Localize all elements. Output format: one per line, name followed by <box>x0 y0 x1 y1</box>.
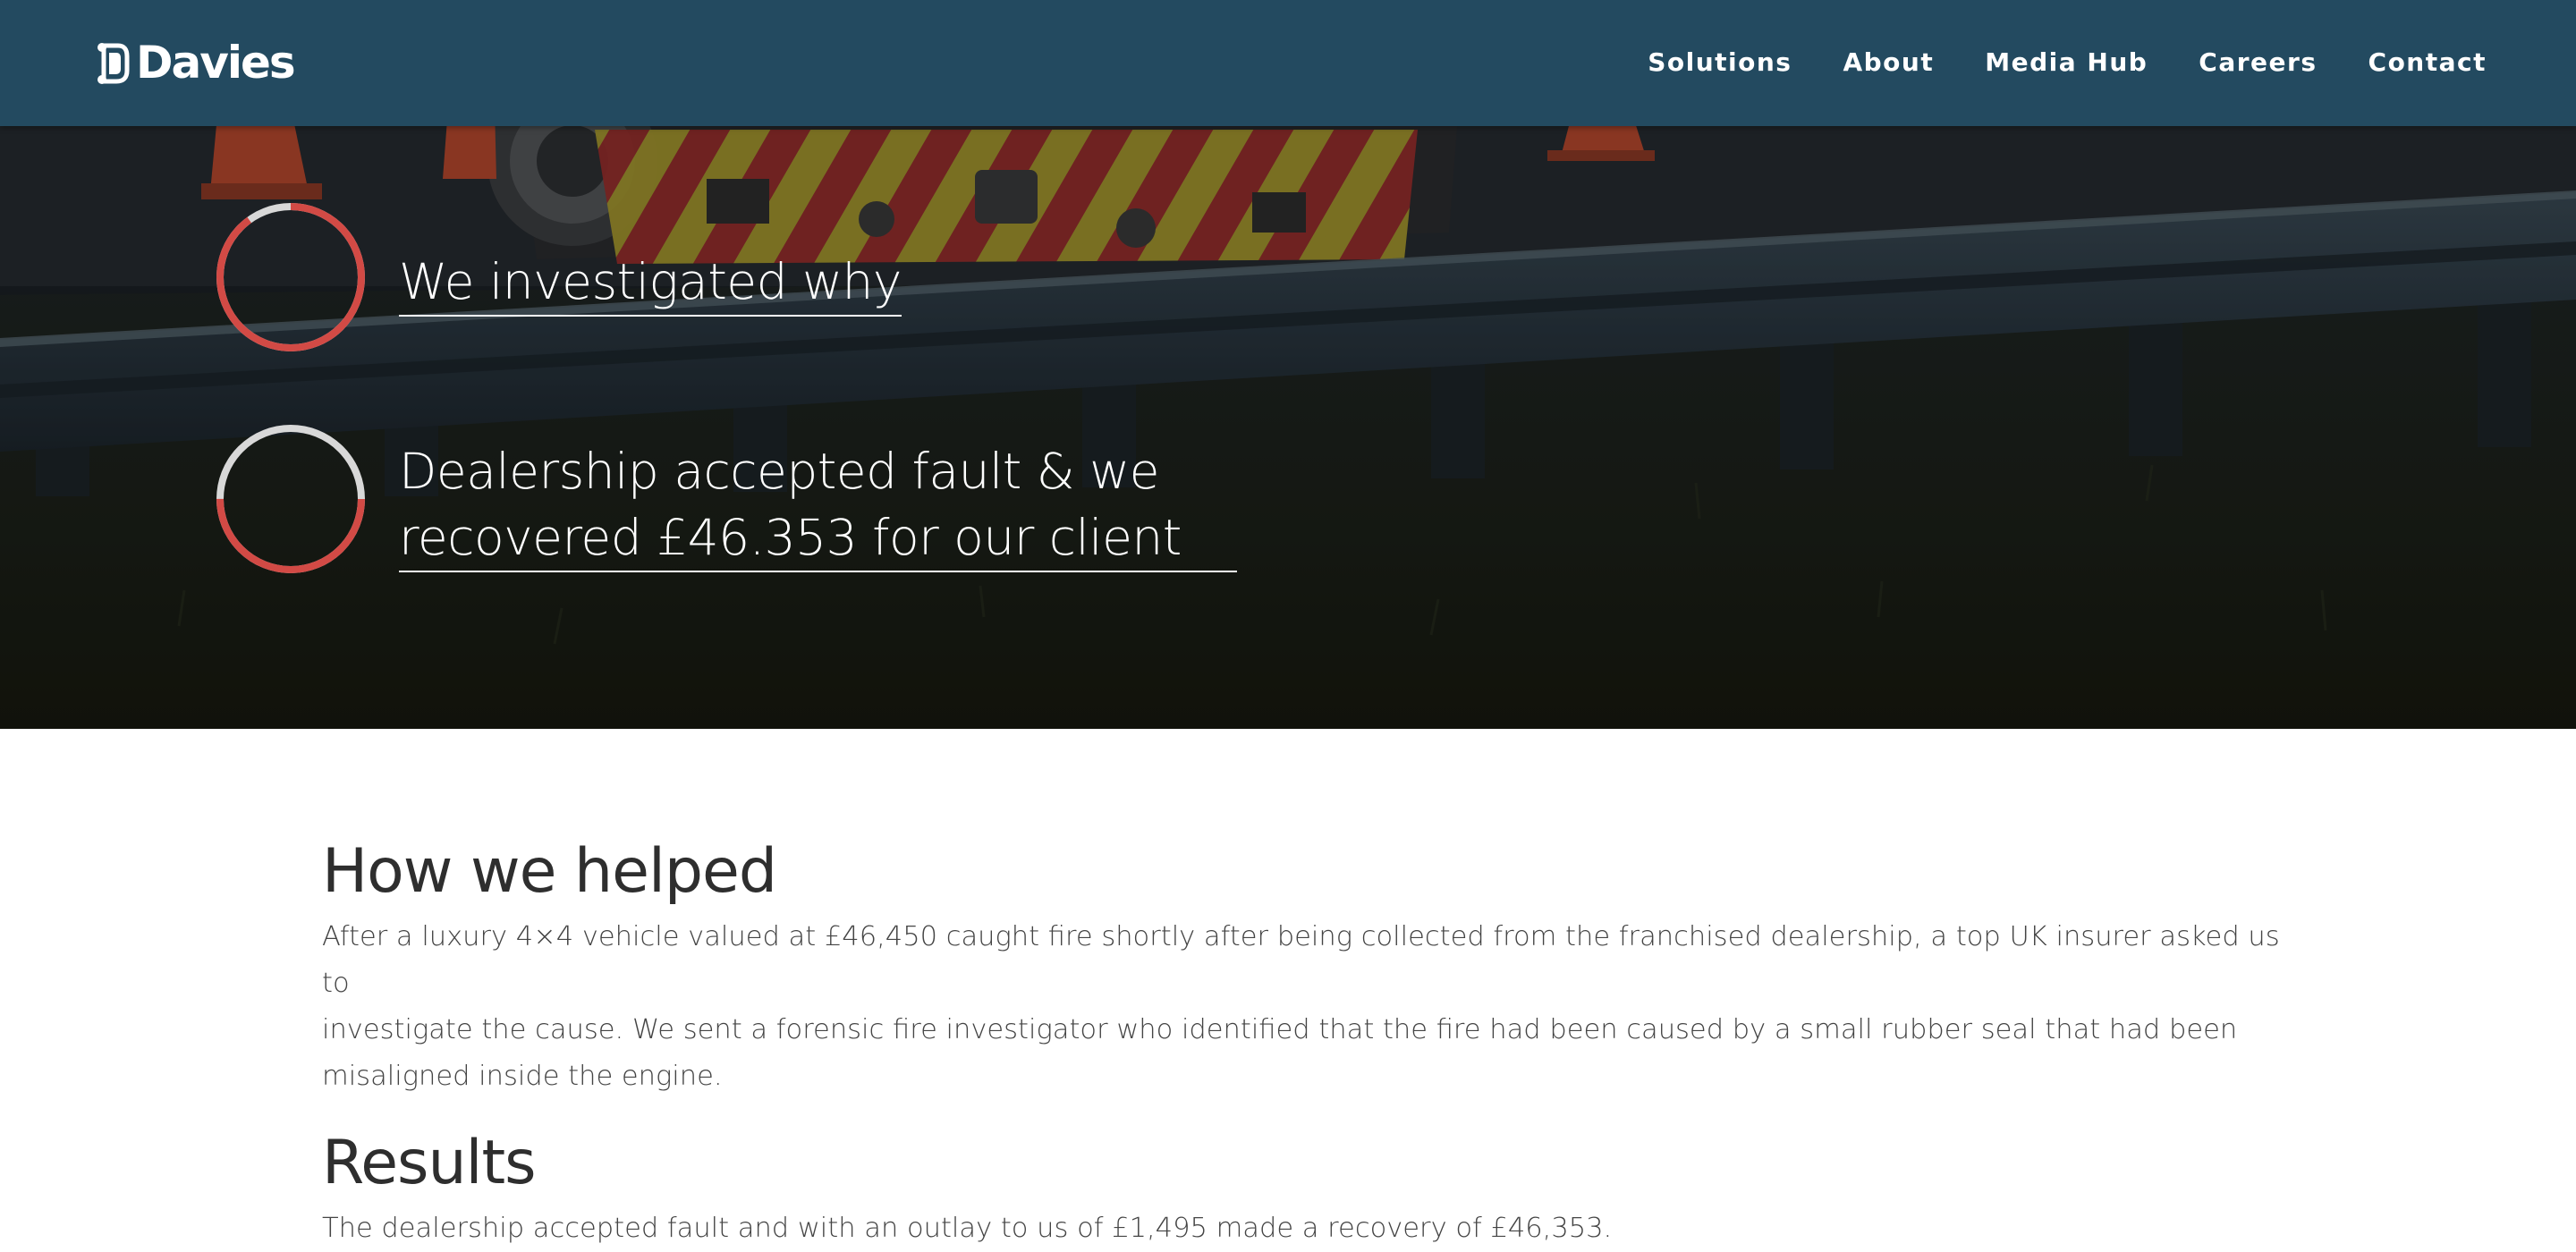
nav-about[interactable]: About <box>1843 45 1934 80</box>
logo-text: Davies <box>136 37 296 89</box>
nav-careers[interactable]: Careers <box>2199 45 2317 80</box>
site-header: Davies Solutions About Media Hub Careers… <box>0 0 2576 126</box>
section-heading-results: Results <box>322 1128 537 1198</box>
section-heading-how-we-helped: How we helped <box>322 836 777 907</box>
body-line: The dealership accepted fault and with a… <box>322 1213 1613 1244</box>
davies-logo[interactable]: Davies <box>97 37 296 89</box>
case-study-content: How we helped After a luxury 4×4 vehicle… <box>322 832 2290 1252</box>
davies-logo-mark-icon <box>97 43 130 84</box>
step-label: Dealership accepted fault & we recovered… <box>399 438 1237 572</box>
nav-media-hub[interactable]: Media Hub <box>1985 45 2148 80</box>
progress-ring <box>216 203 365 351</box>
results-body: The dealership accepted fault and with a… <box>322 1205 2290 1252</box>
step-label: We investigated why <box>399 249 902 317</box>
nav-solutions[interactable]: Solutions <box>1648 45 1792 80</box>
nav-contact[interactable]: Contact <box>2368 45 2487 80</box>
body-line: After a luxury 4×4 vehicle valued at £46… <box>322 921 2280 999</box>
body-line: misaligned inside the engine. <box>322 1061 723 1092</box>
progress-ring <box>216 425 365 573</box>
how-we-helped-body: After a luxury 4×4 vehicle valued at £46… <box>322 914 2290 1100</box>
body-line: investigate the cause. We sent a forensi… <box>322 1014 2238 1045</box>
main-nav: Solutions About Media Hub Careers Contac… <box>1597 45 2487 80</box>
